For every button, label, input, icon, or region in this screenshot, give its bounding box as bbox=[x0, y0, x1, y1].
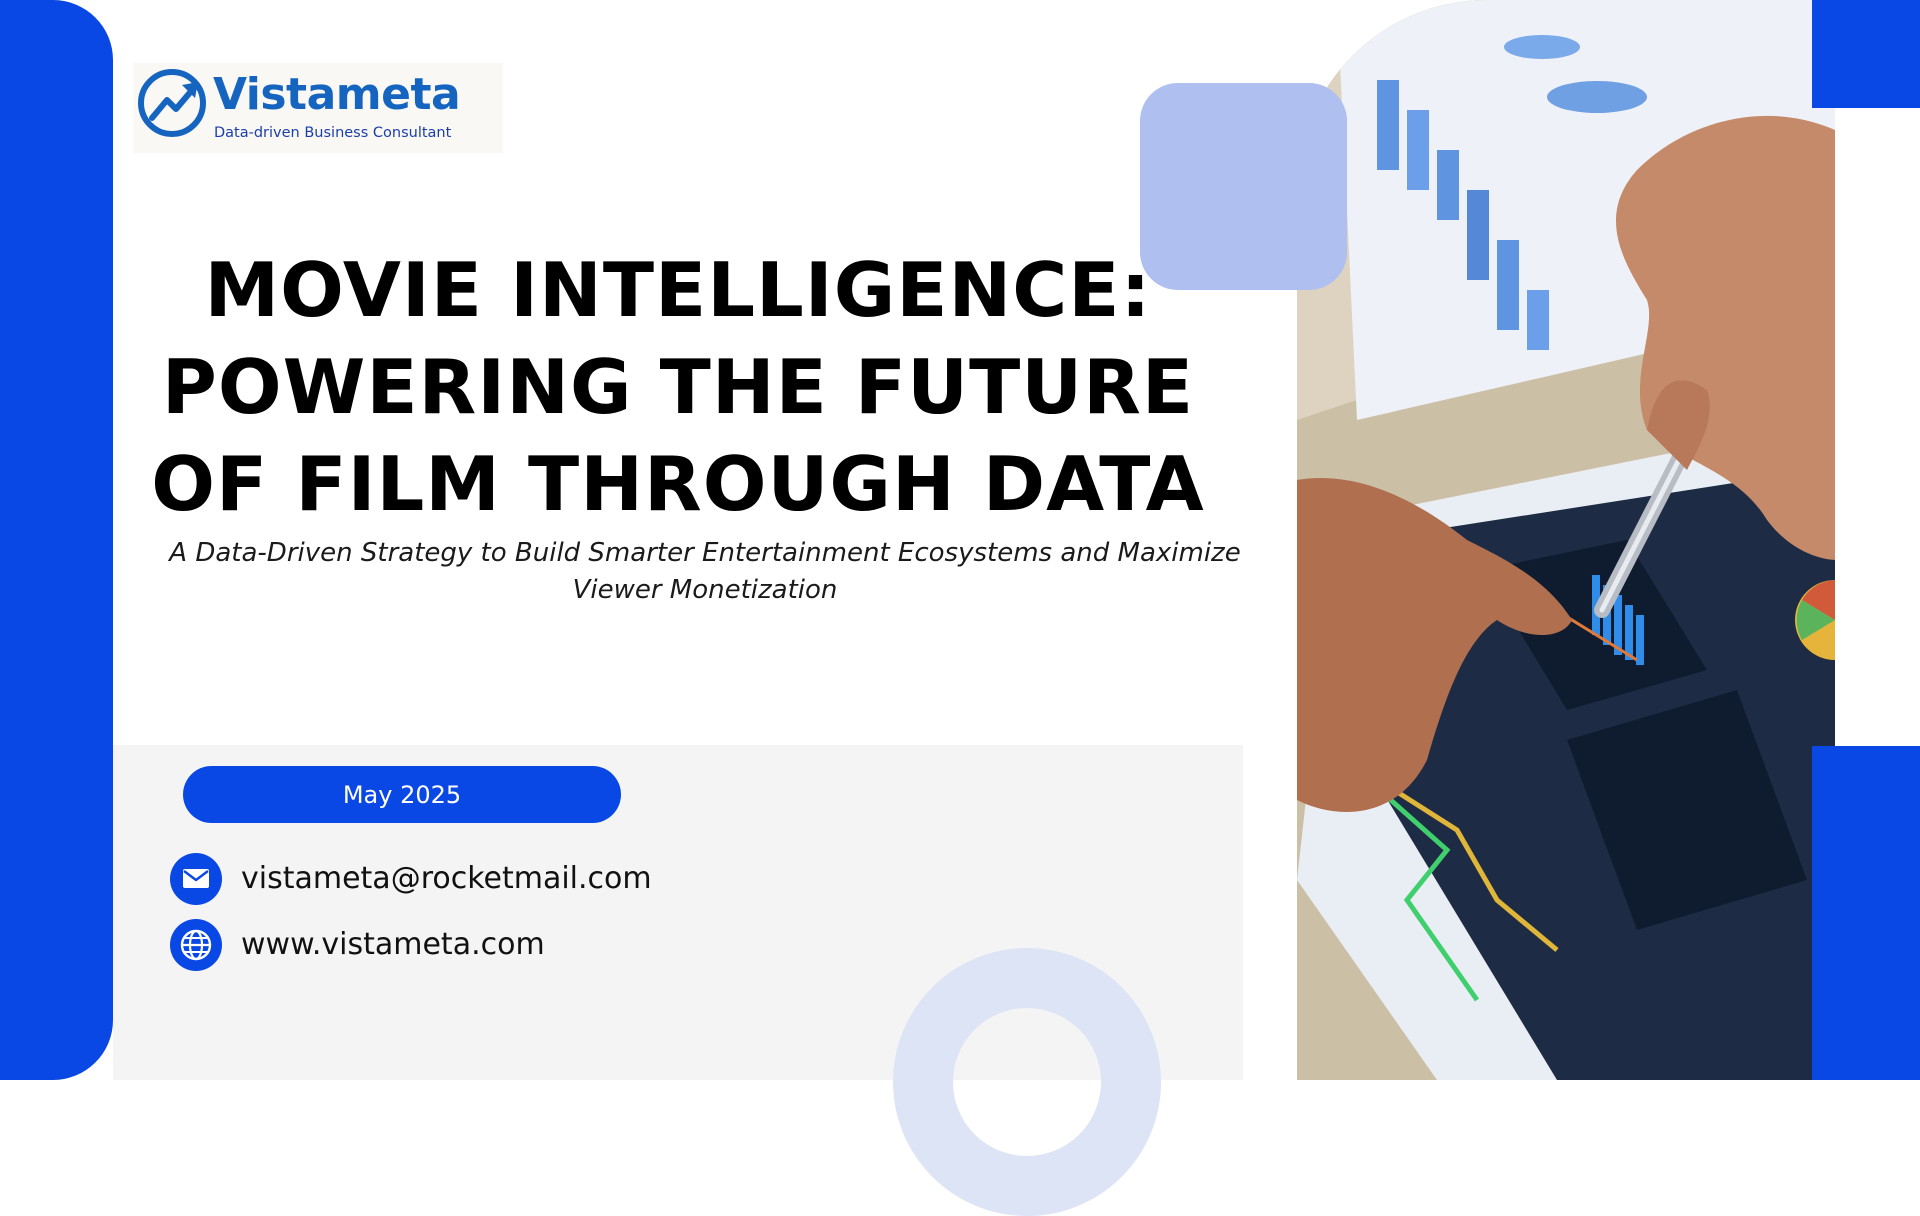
email-link[interactable]: vistameta@rocketmail.com bbox=[241, 859, 652, 899]
hero-photo bbox=[1297, 0, 1835, 1080]
decorative-square bbox=[1140, 83, 1347, 290]
subtitle: A Data-Driven Strategy to Build Smarter … bbox=[140, 535, 1270, 609]
website-link[interactable]: www.vistameta.com bbox=[241, 925, 545, 965]
right-accent-block bbox=[1812, 0, 1920, 108]
decorative-ring bbox=[893, 948, 1161, 1216]
logo-name: Vistameta bbox=[213, 69, 461, 120]
mail-icon bbox=[170, 853, 222, 905]
date-badge: May 2025 bbox=[183, 766, 621, 823]
globe-icon bbox=[170, 919, 222, 971]
date-text: May 2025 bbox=[342, 780, 462, 809]
left-accent-bar bbox=[0, 0, 113, 1080]
title-line: MOVIE INTELLIGENCE: bbox=[204, 246, 1152, 334]
subtitle-line: A Data-Driven Strategy to Build Smarter … bbox=[169, 538, 1241, 568]
title-line: POWERING THE FUTURE bbox=[161, 343, 1195, 431]
logo-tagline: Data-driven Business Consultant bbox=[214, 125, 452, 141]
title-line: OF FILM THROUGH DATA bbox=[151, 440, 1205, 528]
analytics-photo-illustration bbox=[1297, 0, 1835, 1080]
subtitle-line: Viewer Monetization bbox=[572, 575, 838, 605]
page-title: MOVIE INTELLIGENCE: POWERING THE FUTURE … bbox=[113, 242, 1243, 533]
right-accent-block bbox=[1812, 746, 1920, 1080]
logo: Vistameta Data-driven Business Consultan… bbox=[133, 63, 503, 153]
trend-chart-icon bbox=[138, 69, 206, 137]
